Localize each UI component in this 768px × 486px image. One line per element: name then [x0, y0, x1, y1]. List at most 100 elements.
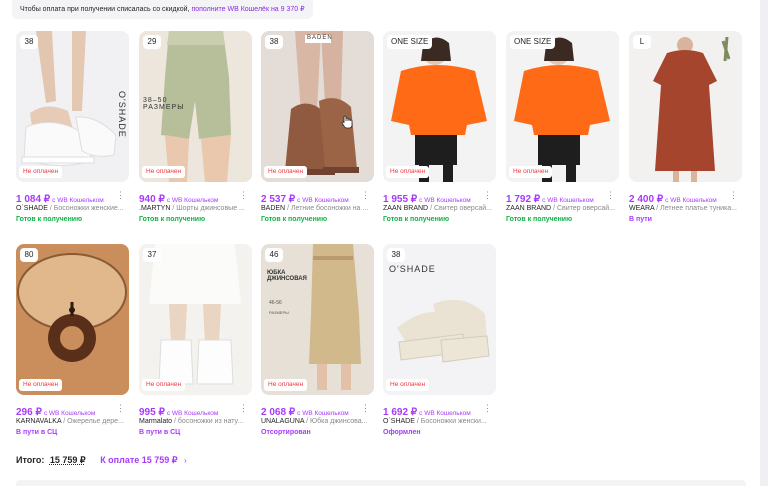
product-brand: WEARA [629, 205, 655, 212]
product-card[interactable]: 46-56 РАЗМЕРЫ 46 ЮБКА ДЖИНСОВАЯ Не оплачен 2 … [261, 244, 374, 439]
wallet-price-label: с WB Кошельком [419, 410, 471, 417]
size-badge: L [633, 35, 651, 49]
product-card[interactable]: 38 BADEN Не оплачен 2 537 ₽ с WB Кошельком ⋮ B… [261, 31, 374, 226]
product-title: / Летние босоножки на ... [285, 205, 369, 212]
svg-text:РАЗМЕРЫ: РАЗМЕРЫ [269, 310, 289, 315]
pay-link[interactable]: К оплате 15 759 ₽ [100, 455, 177, 465]
payment-status-badge: Не оплачен [264, 379, 308, 391]
price-row: 1 692 ₽ с WB Кошельком ⋮ [383, 402, 496, 418]
product-price: 2 537 ₽ [261, 194, 296, 205]
more-options-icon[interactable]: ⋮ [116, 402, 125, 414]
product-card[interactable]: 29 38–50 РАЗМЕРЫ Не оплачен 940 ₽ с WB Кошел… [139, 31, 252, 226]
totals-sum[interactable]: 15 759 ₽ [50, 455, 86, 465]
product-image[interactable]: 29 38–50 РАЗМЕРЫ Не оплачен [139, 31, 252, 182]
product-card[interactable]: 38 O'SHADE Не оплачен 1 084 ₽ с WB Кошельком… [16, 31, 129, 226]
product-card[interactable]: ONE SIZE Не оплачен 1 955 ₽ с WB Кошельком ⋮… [383, 31, 496, 226]
price-row: 2 537 ₽ с WB Кошельком ⋮ [261, 189, 374, 205]
delivery-status: Готов к получению [261, 216, 328, 223]
more-options-icon[interactable]: ⋮ [729, 189, 738, 201]
product-image[interactable]: 38 O'SHADE Не оплачен [16, 31, 129, 182]
size-badge: 80 [20, 248, 38, 262]
totals-label: Итого: [16, 455, 45, 465]
svg-text:46-56: 46-56 [269, 300, 282, 306]
product-brand: ZAAN BRAND [506, 205, 552, 212]
product-price: 1 955 ₽ [383, 194, 418, 205]
product-image[interactable]: 46-56 РАЗМЕРЫ 46 ЮБКА ДЖИНСОВАЯ Не оплачен [261, 244, 374, 395]
price-row: 995 ₽ с WB Кошельком ⋮ [139, 402, 252, 418]
product-brand: O`SHADE [16, 205, 48, 212]
more-options-icon[interactable]: ⋮ [239, 189, 248, 201]
product-title: / босоножки из нату... [172, 418, 244, 425]
product-image[interactable]: 80 Не оплачен [16, 244, 129, 395]
product-image[interactable]: ONE SIZE Не оплачен [383, 31, 496, 182]
mouse-cursor-icon [341, 115, 353, 129]
delivery-status: В пути [629, 216, 652, 223]
more-options-icon[interactable]: ⋮ [483, 189, 492, 201]
price-row: 296 ₽ с WB Кошельком ⋮ [16, 402, 129, 418]
size-badge: 38 [265, 35, 283, 49]
product-card[interactable]: 80 Не оплачен 296 ₽ с WB Кошельком ⋮ KARNAVAL… [16, 244, 129, 439]
product-card[interactable]: 37 Не оплачен 995 ₽ с WB Кошельком ⋮ Marmalat… [139, 244, 252, 439]
orders-page: Чтобы оплата при получении списалась со … [0, 0, 760, 486]
product-brand: KARNAVALKA [16, 418, 62, 425]
payment-status-badge: Не оплачен [19, 379, 63, 391]
product-card[interactable]: L 2 400 ₽ с WB Кошельком ⋮ WEARA / Летнее пл… [629, 31, 742, 226]
wallet-price-label: с WB Кошельком [297, 197, 349, 204]
product-card[interactable]: ONE SIZE Не оплачен 1 792 ₽ с WB Кошельком ⋮… [506, 31, 619, 226]
wallet-price-label: с WB Кошельком [43, 410, 96, 417]
payment-status-badge: Не оплачен [386, 379, 430, 391]
product-image[interactable]: 37 Не оплачен [139, 244, 252, 395]
product-title: / Свитер оверсай... [428, 205, 492, 212]
payment-status-badge: Не оплачен [509, 166, 553, 178]
wallet-price-label: с WB Кошельком [166, 410, 219, 417]
product-brand: UNALAGUNA [261, 418, 305, 425]
wallet-price-label: с WB Кошельком [419, 197, 471, 204]
product-title: / Юбка джинсова... [304, 418, 368, 425]
product-title: / Босоножки женски... [414, 418, 487, 425]
payment-status-badge: Не оплачен [142, 166, 186, 178]
product-title: / Летнее платье туника... [654, 205, 737, 212]
payment-status-badge: Не оплачен [19, 166, 63, 178]
wallet-price-label: с WB Кошельком [542, 197, 594, 204]
price-row: 940 ₽ с WB Кошельком ⋮ [139, 189, 252, 205]
price-row: 2 400 ₽ с WB Кошельком ⋮ [629, 189, 742, 205]
more-options-icon[interactable]: ⋮ [239, 402, 248, 414]
product-price: 995 ₽ [139, 407, 165, 418]
price-row: 1 955 ₽ с WB Кошельком ⋮ [383, 189, 496, 205]
product-brand: ZAAN BRAND [383, 205, 429, 212]
size-badge: 37 [143, 248, 161, 262]
more-options-icon[interactable]: ⋮ [361, 402, 370, 414]
delivery-status: Готов к получению [506, 216, 573, 223]
delivery-status: В пути в СЦ [16, 429, 58, 436]
more-options-icon[interactable]: ⋮ [483, 402, 492, 414]
more-options-icon[interactable]: ⋮ [361, 189, 370, 201]
wallet-notice-text: Чтобы оплата при получении списалась со … [20, 6, 190, 13]
more-options-icon[interactable]: ⋮ [116, 189, 125, 201]
payment-status-badge: Не оплачен [264, 166, 308, 178]
product-card[interactable]: 38 O'SHADE Не оплачен 1 692 ₽ с WB Кошельком… [383, 244, 496, 439]
page-scroll-gutter [760, 0, 768, 486]
image-overlay-text: ЮБКА ДЖИНСОВАЯ [267, 270, 307, 282]
product-image[interactable]: L [629, 31, 742, 182]
product-price: 296 ₽ [16, 407, 42, 418]
price-row: 1 084 ₽ с WB Кошельком ⋮ [16, 189, 129, 205]
wallet-price-label: с WB Кошельком [166, 197, 219, 204]
top-up-wallet-link[interactable]: пополните WB Кошелёк на 9 370 ₽ [191, 6, 304, 13]
product-image[interactable]: 38 BADEN Не оплачен [261, 31, 374, 182]
image-overlay-text: O'SHADE [117, 91, 127, 138]
payment-status-badge: Не оплачен [142, 379, 186, 391]
delivery-status: В пути в СЦ [139, 429, 181, 436]
product-brand: Marmalato [139, 418, 173, 425]
more-options-icon[interactable]: ⋮ [606, 189, 615, 201]
size-badge: ONE SIZE [510, 35, 556, 49]
size-badge: 29 [143, 35, 161, 49]
product-image[interactable]: ONE SIZE Не оплачен [506, 31, 619, 182]
product-title: / Свитер оверсай... [551, 205, 615, 212]
product-brand: BADEN [261, 205, 286, 212]
delivery-status: Готов к получению [383, 216, 450, 223]
wallet-notice: Чтобы оплата при получении списалась со … [12, 0, 313, 19]
price-row: 1 792 ₽ с WB Кошельком ⋮ [506, 189, 619, 205]
product-image[interactable]: 38 O'SHADE Не оплачен [383, 244, 496, 395]
chevron-right-icon[interactable]: › [184, 456, 187, 465]
payment-status-badge: Не оплачен [386, 166, 430, 178]
